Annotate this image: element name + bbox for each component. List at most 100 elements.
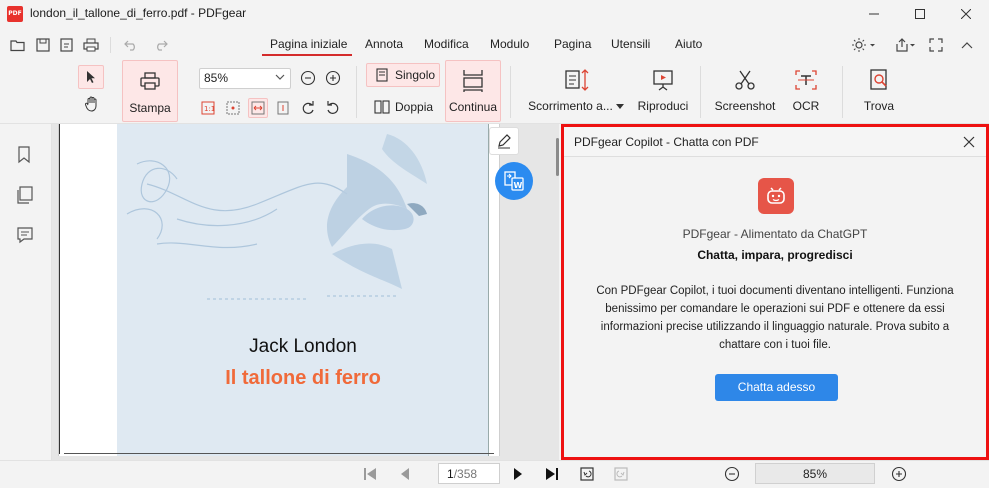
book-author: Jack London bbox=[249, 336, 357, 357]
scroll-mode-icon bbox=[565, 69, 589, 91]
rotate-counterclockwise-icon bbox=[327, 101, 339, 114]
select-tool-button[interactable] bbox=[78, 65, 104, 89]
first-page-button[interactable] bbox=[360, 464, 380, 484]
scroll-mode-button[interactable]: Scorrimento a... bbox=[526, 60, 626, 122]
ocr-icon bbox=[795, 70, 817, 90]
save-as-button[interactable] bbox=[58, 36, 76, 54]
previous-view-button[interactable] bbox=[577, 464, 597, 484]
robot-icon bbox=[767, 187, 785, 204]
bookmark-icon bbox=[18, 146, 30, 164]
last-page-icon bbox=[546, 468, 558, 480]
book-cover: Jack London Il tallone di ferro bbox=[117, 124, 489, 456]
document-viewer[interactable]: Jack London Il tallone di ferro W bbox=[52, 124, 559, 460]
share-button[interactable] bbox=[893, 36, 919, 54]
find-label: Trova bbox=[863, 99, 895, 113]
forward-view-icon bbox=[614, 467, 628, 481]
print-button[interactable]: Stampa bbox=[122, 60, 178, 122]
copilot-title: PDFgear Copilot - Chatta con PDF bbox=[574, 135, 759, 149]
rotate-right-button[interactable] bbox=[300, 100, 316, 116]
close-button[interactable] bbox=[943, 0, 989, 28]
search-icon bbox=[870, 69, 887, 90]
pdf-page: Jack London Il tallone di ferro bbox=[58, 124, 500, 456]
zoom-in-button[interactable] bbox=[325, 70, 341, 86]
open-folder-button[interactable] bbox=[9, 36, 27, 54]
ocr-label: OCR bbox=[792, 99, 820, 113]
chevron-down-icon bbox=[275, 74, 285, 80]
zoom-select-value: 85% bbox=[204, 71, 229, 85]
comment-icon bbox=[17, 227, 33, 244]
undo-button[interactable] bbox=[122, 36, 140, 54]
chat-now-button[interactable]: Chatta adesso bbox=[715, 374, 838, 401]
status-zoom-out-button[interactable] bbox=[722, 464, 742, 484]
maximize-button[interactable] bbox=[897, 0, 943, 28]
page-edge-line bbox=[59, 124, 60, 454]
actual-size-icon: 1:1 bbox=[201, 101, 215, 115]
save-button[interactable] bbox=[34, 36, 52, 54]
double-page-label: Doppia bbox=[395, 100, 434, 114]
edit-pen-button[interactable] bbox=[489, 127, 519, 155]
play-label: Riproduci bbox=[637, 99, 689, 113]
page-number-input[interactable]: 1/358 bbox=[438, 463, 500, 484]
status-zoom-level[interactable]: 85% bbox=[755, 463, 875, 484]
double-page-button[interactable]: Doppia bbox=[366, 95, 440, 119]
copilot-tagline: Chatta, impara, progredisci bbox=[697, 248, 853, 262]
scroll-mode-label: Scorrimento a... bbox=[528, 99, 613, 113]
rotate-left-button[interactable] bbox=[325, 100, 341, 116]
tab-form[interactable]: Modulo bbox=[490, 37, 529, 51]
bird-illustration bbox=[126, 134, 427, 300]
zoom-out-icon bbox=[724, 466, 740, 482]
double-page-icon bbox=[374, 100, 390, 114]
continuous-label: Continua bbox=[448, 100, 498, 114]
tab-annotate[interactable]: Annota bbox=[365, 37, 403, 51]
minimize-button[interactable] bbox=[851, 0, 897, 28]
app-logo: PDF bbox=[7, 6, 23, 22]
close-icon bbox=[963, 136, 975, 148]
next-page-button[interactable] bbox=[508, 464, 528, 484]
copilot-logo bbox=[758, 178, 794, 214]
actual-size-button[interactable]: 1:1 bbox=[200, 100, 216, 116]
theme-button[interactable] bbox=[851, 36, 877, 54]
thumbnails-button[interactable] bbox=[16, 186, 34, 204]
cursor-arrow-icon bbox=[87, 71, 95, 83]
fullscreen-button[interactable] bbox=[927, 36, 945, 54]
quick-print-button[interactable] bbox=[82, 36, 100, 54]
next-view-button[interactable] bbox=[611, 464, 631, 484]
zoom-select[interactable]: 85% bbox=[199, 68, 291, 89]
comments-button[interactable] bbox=[16, 226, 34, 244]
print-label: Stampa bbox=[129, 101, 171, 115]
caret-down-icon bbox=[615, 103, 624, 109]
hand-tool-button[interactable] bbox=[83, 95, 101, 113]
convert-to-word-button[interactable]: W bbox=[495, 162, 533, 200]
fit-visible-button[interactable] bbox=[225, 100, 241, 116]
screenshot-button[interactable]: Screenshot bbox=[709, 60, 781, 122]
previous-page-button[interactable] bbox=[395, 464, 415, 484]
tab-help[interactable]: Aiuto bbox=[675, 37, 702, 51]
play-button[interactable]: Riproduci bbox=[632, 60, 694, 122]
continuous-button[interactable]: Continua bbox=[445, 60, 501, 122]
find-button[interactable]: Trova bbox=[855, 60, 903, 122]
tab-tools[interactable]: Utensili bbox=[611, 37, 650, 51]
total-pages: /358 bbox=[453, 467, 478, 481]
ocr-button[interactable]: OCR bbox=[782, 60, 830, 122]
single-page-button[interactable]: Singolo bbox=[366, 63, 440, 87]
collapse-ribbon-button[interactable] bbox=[958, 36, 976, 54]
redo-button[interactable] bbox=[152, 36, 170, 54]
tab-edit[interactable]: Modifica bbox=[424, 37, 469, 51]
sun-icon bbox=[852, 38, 875, 52]
svg-text:W: W bbox=[514, 181, 523, 190]
tab-home[interactable]: Pagina iniziale bbox=[270, 37, 347, 51]
fit-page-button[interactable] bbox=[275, 100, 291, 116]
bookmarks-button[interactable] bbox=[16, 146, 32, 164]
vertical-scrollbar[interactable] bbox=[556, 138, 559, 176]
copilot-panel: PDFgear Copilot - Chatta con PDF PDFgear… bbox=[561, 124, 989, 460]
printer-icon bbox=[83, 38, 99, 52]
fit-width-button[interactable] bbox=[248, 98, 268, 118]
tab-page[interactable]: Pagina bbox=[554, 37, 591, 51]
last-page-button[interactable] bbox=[542, 464, 562, 484]
back-view-icon bbox=[580, 467, 594, 481]
zoom-out-button[interactable] bbox=[300, 70, 316, 86]
zoom-in-icon bbox=[891, 466, 907, 482]
copilot-close-button[interactable] bbox=[961, 134, 977, 150]
status-zoom-in-button[interactable] bbox=[889, 464, 909, 484]
fit-page-icon bbox=[277, 101, 289, 115]
